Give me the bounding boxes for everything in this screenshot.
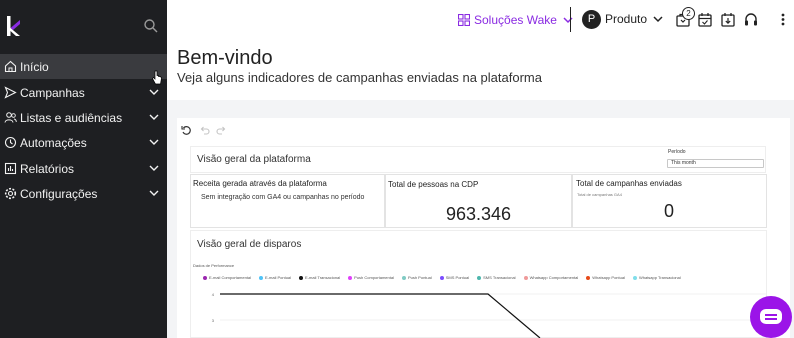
performance-label: Dados de Performance bbox=[193, 263, 235, 268]
people-count: 963.346 bbox=[446, 204, 512, 224]
sidebar-item-label: Relatórios bbox=[20, 162, 75, 176]
series-line-email-transacional bbox=[220, 293, 541, 338]
legend-label: Whatsapp Transacional bbox=[638, 275, 681, 280]
legend-item[interactable]: E-mail Pontual bbox=[259, 275, 291, 280]
chevron-down-icon bbox=[149, 139, 159, 145]
workspace-selector[interactable]: Soluções Wake bbox=[458, 11, 573, 29]
download-box-icon[interactable] bbox=[721, 12, 735, 27]
campaigns-card-subtitle: Total de campanhas GA4 bbox=[577, 192, 622, 197]
overview-title: Visão geral da plataforma bbox=[197, 154, 311, 165]
chevron-down-icon bbox=[563, 17, 573, 24]
legend-dot bbox=[632, 275, 637, 280]
notification-badge: 2 bbox=[682, 7, 695, 20]
legend-item[interactable]: Whatsapp Transacional bbox=[632, 275, 681, 280]
legend-item[interactable]: Whatsapp Comportamental bbox=[523, 275, 579, 280]
gear-icon bbox=[4, 187, 17, 200]
legend-label: E-mail Comportamental bbox=[209, 275, 252, 280]
user-label: Produto bbox=[605, 12, 648, 26]
chart-legend: E-mail Comportamental E-mail Pontual E-mai… bbox=[203, 275, 689, 280]
campaigns-card-title: Total de campanhas enviadas bbox=[576, 179, 682, 188]
legend-item[interactable]: Whatsapp Pontual bbox=[586, 275, 625, 280]
sidebar: Início Campanhas Listas e audiências Aut… bbox=[0, 0, 167, 338]
revenue-card-title: Receita gerada através da plataforma bbox=[193, 179, 327, 188]
calendar-icon[interactable] bbox=[698, 12, 712, 27]
legend-label: SMS Transacional bbox=[483, 275, 516, 280]
sidebar-item-label: Listas e audiências bbox=[20, 111, 123, 125]
legend-item[interactable]: Push Pontual bbox=[401, 275, 432, 280]
send-icon bbox=[4, 86, 17, 99]
legend-label: E-mail Pontual bbox=[265, 275, 292, 280]
legend-item[interactable]: E-mail Comportamental bbox=[203, 275, 251, 280]
legend-label: Whatsapp Comportamental bbox=[529, 275, 579, 280]
page-title: Bem-vindo bbox=[177, 47, 273, 69]
headset-icon[interactable] bbox=[744, 12, 758, 27]
y-tick-label: 3 bbox=[212, 318, 215, 323]
sidebar-item-relatorios[interactable]: Relatórios bbox=[0, 156, 167, 181]
chevron-down-icon bbox=[149, 190, 159, 196]
dispatch-title: Visão geral de disparos bbox=[197, 239, 302, 250]
users-icon bbox=[4, 112, 17, 123]
dashboard-toolbar bbox=[177, 118, 790, 143]
reset-icon[interactable] bbox=[181, 125, 192, 136]
legend-dot bbox=[477, 275, 482, 280]
sidebar-item-label: Configurações bbox=[20, 187, 98, 201]
period-select[interactable]: This month bbox=[667, 159, 764, 168]
sidebar-item-inicio[interactable]: Início bbox=[0, 54, 167, 79]
legend-item[interactable]: Push Comportamental bbox=[348, 275, 394, 280]
undo-icon[interactable] bbox=[199, 125, 210, 136]
legend-dot bbox=[586, 275, 591, 280]
chevron-down-icon bbox=[653, 16, 663, 23]
page-subtitle: Veja alguns indicadores de campanhas env… bbox=[177, 70, 542, 85]
legend-dot bbox=[259, 275, 264, 280]
user-menu[interactable]: P Produto bbox=[582, 9, 663, 29]
legend-label: E-mail Transacional bbox=[305, 275, 341, 280]
legend-dot bbox=[203, 275, 207, 280]
chat-icon-line bbox=[765, 314, 777, 316]
more-options-icon[interactable] bbox=[781, 13, 785, 26]
legend-item[interactable]: SMS Transacional bbox=[477, 275, 516, 280]
sidebar-item-label: Início bbox=[20, 60, 49, 74]
mouse-cursor-icon bbox=[152, 70, 162, 85]
chat-icon-line bbox=[765, 318, 777, 320]
legend-item[interactable]: SMS Pontual bbox=[439, 275, 470, 280]
sidebar-item-label: Automações bbox=[20, 136, 87, 150]
logo-icon bbox=[7, 16, 20, 36]
workspace-label: Soluções Wake bbox=[474, 13, 557, 27]
grid-icon bbox=[458, 14, 470, 26]
y-tick-label: 4 bbox=[212, 292, 215, 297]
legend-dot bbox=[299, 275, 304, 280]
legend-dot bbox=[348, 275, 353, 280]
dispatch-chart: 4 3 bbox=[212, 292, 767, 338]
legend-dot bbox=[523, 275, 528, 280]
legend-label: Push Pontual bbox=[407, 275, 432, 280]
chevron-down-icon bbox=[149, 89, 159, 95]
sidebar-item-automacoes[interactable]: Automações bbox=[0, 130, 167, 155]
topbar-divider bbox=[570, 7, 571, 32]
legend-item[interactable]: E-mail Transacional bbox=[299, 275, 340, 280]
avatar: P bbox=[582, 9, 601, 29]
campaigns-count: 0 bbox=[664, 201, 675, 221]
search-icon[interactable] bbox=[143, 18, 159, 34]
automation-icon bbox=[4, 136, 17, 149]
people-card-title: Total de pessoas na CDP bbox=[388, 180, 479, 189]
chat-icon bbox=[760, 309, 782, 324]
sidebar-item-configuracoes[interactable]: Configurações bbox=[0, 181, 167, 206]
period-label: Período bbox=[668, 149, 686, 155]
redo-icon[interactable] bbox=[216, 125, 227, 136]
sidebar-item-campanhas[interactable]: Campanhas bbox=[0, 80, 167, 105]
sidebar-item-label: Campanhas bbox=[20, 86, 85, 100]
revenue-card-text: Sem integração com GA4 ou campanhas no p… bbox=[201, 194, 365, 201]
legend-label: Whatsapp Pontual bbox=[592, 275, 625, 280]
legend-dot bbox=[401, 275, 406, 280]
chevron-down-icon bbox=[149, 114, 159, 120]
legend-label: SMS Pontual bbox=[445, 275, 470, 280]
chat-button[interactable] bbox=[750, 296, 792, 338]
home-icon bbox=[4, 60, 17, 73]
sidebar-item-listas[interactable]: Listas e audiências bbox=[0, 105, 167, 130]
legend-label: Push Comportamental bbox=[354, 275, 394, 280]
reports-icon bbox=[4, 162, 17, 175]
chevron-down-icon bbox=[149, 165, 159, 171]
legend-dot bbox=[439, 275, 444, 280]
